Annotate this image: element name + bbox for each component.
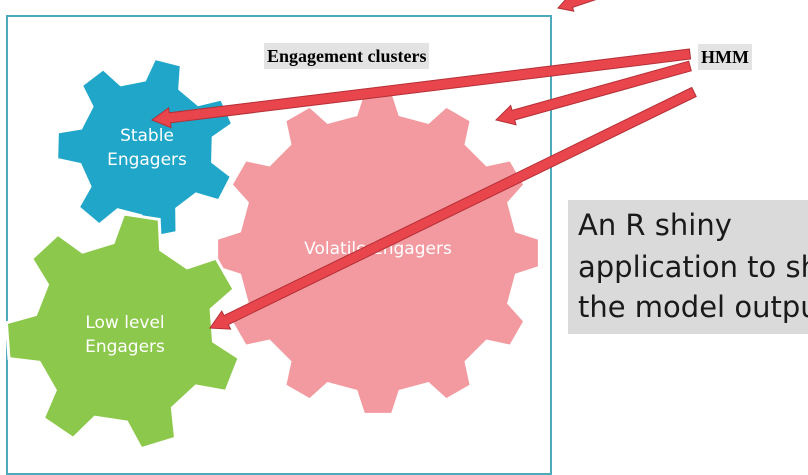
stable-engagers-gear: Stable Engagers	[55, 56, 235, 240]
low-level-engagers-label-line1: Low level	[85, 313, 164, 333]
low-level-engagers-label-line2: Engagers	[85, 337, 165, 357]
volatile-engagers-gear: Volatile Engagers	[215, 90, 541, 416]
note-line-2: application to sh	[578, 250, 808, 284]
stable-engagers-label-line2: Engagers	[107, 150, 187, 170]
engagement-clusters-title: Engagement clusters	[264, 43, 430, 69]
arrow-top-edge	[557, 0, 597, 12]
stable-engagers-label-line1: Stable	[120, 126, 174, 146]
hmm-label: HMM	[698, 44, 752, 70]
r-shiny-note: An R shiny application to sh the model o…	[568, 200, 808, 334]
note-line-1: An R shiny	[578, 208, 732, 242]
stable-gear-shape	[55, 56, 235, 240]
low-level-engagers-gear: Low level Engagers	[4, 212, 241, 451]
engagement-diagram: Volatile Engagers Stable Engagers Low le…	[0, 0, 808, 475]
note-line-3: the model outpu	[578, 290, 808, 324]
